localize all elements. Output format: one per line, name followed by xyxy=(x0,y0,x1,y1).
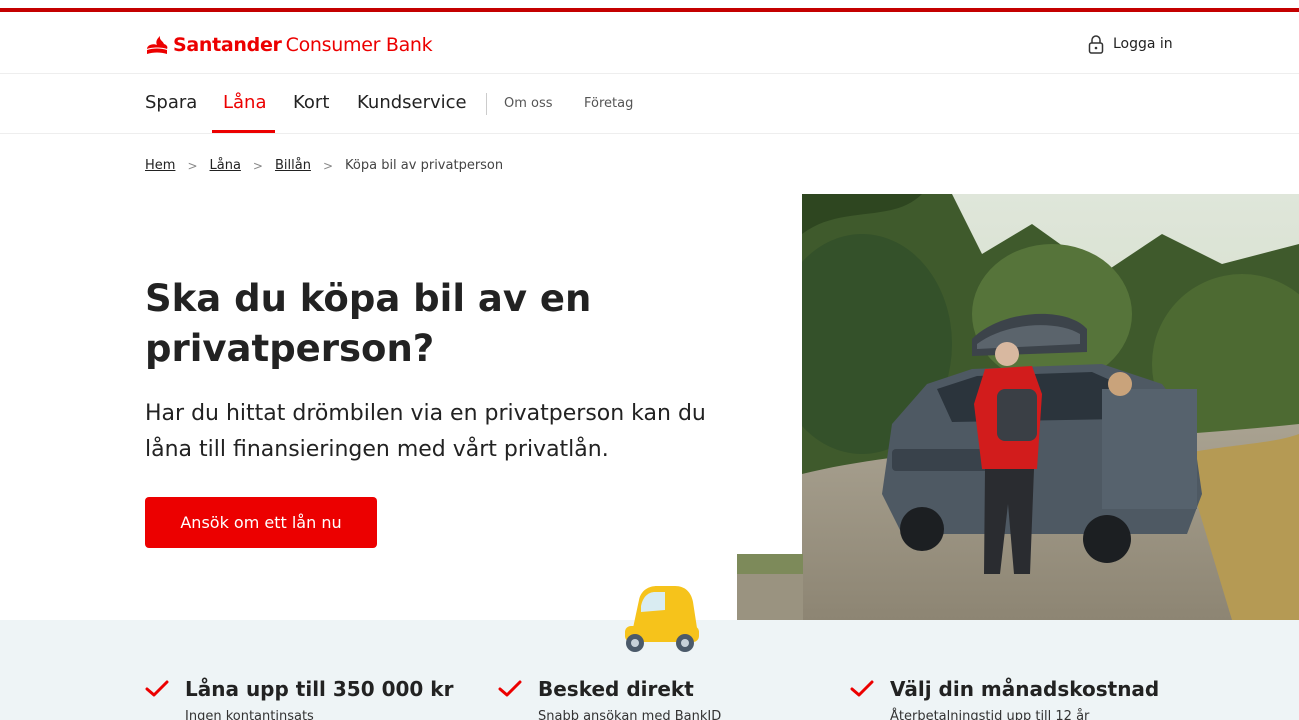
login-label: Logga in xyxy=(1113,36,1173,52)
flame-icon xyxy=(147,36,168,54)
feature-item: Välj din månadskostnad Återbetalningstid… xyxy=(850,674,1159,720)
breadcrumb: Hem > Låna > Billån > Köpa bil av privat… xyxy=(145,158,503,173)
breadcrumb-link-hem[interactable]: Hem xyxy=(145,158,175,173)
breadcrumb-link-billan[interactable]: Billån xyxy=(275,158,311,173)
breadcrumb-separator: > xyxy=(187,158,198,173)
breadcrumb-link-lana[interactable]: Låna xyxy=(210,158,241,173)
feature-title: Låna upp till 350 000 kr xyxy=(185,677,454,701)
feature-subtitle: Återbetalningstid upp till 12 år xyxy=(890,709,1090,720)
hero-description: Har du hittat drömbilen via en privatper… xyxy=(145,401,706,462)
checkmark-icon xyxy=(850,680,874,697)
login-button[interactable]: Logga in xyxy=(1087,34,1173,54)
main-nav: Spara Låna Kort Kundservice Om oss Föret… xyxy=(0,75,1299,134)
page-title: Ska du köpa bil av en privatperson? xyxy=(145,277,592,370)
lock-icon xyxy=(1088,35,1104,54)
hero-photo-corner xyxy=(737,554,803,620)
car-illustration-icon xyxy=(619,582,701,660)
nav-item-spara[interactable]: Spara xyxy=(145,92,197,113)
nav-item-om-oss[interactable]: Om oss xyxy=(504,96,553,111)
nav-item-kundservice[interactable]: Kundservice xyxy=(357,92,467,113)
santander-logo[interactable]: Santander Consumer Bank xyxy=(145,34,433,56)
nav-divider xyxy=(486,93,487,115)
feature-title: Välj din månadskostnad xyxy=(890,677,1160,701)
logo-brand-text: Santander xyxy=(173,34,282,56)
apply-loan-button[interactable]: Ansök om ett lån nu xyxy=(145,497,377,548)
breadcrumb-current: Köpa bil av privatperson xyxy=(345,158,504,173)
breadcrumb-separator: > xyxy=(322,158,334,173)
nav-item-kort[interactable]: Kort xyxy=(293,92,329,113)
feature-item: Besked direkt Snabb ansökan med BankID xyxy=(498,674,721,720)
feature-title: Besked direkt xyxy=(538,677,694,701)
checkmark-icon xyxy=(145,680,169,697)
feature-subtitle: Snabb ansökan med BankID xyxy=(538,709,722,720)
nav-item-foretag[interactable]: Företag xyxy=(584,96,633,111)
checkmark-icon xyxy=(498,680,522,697)
hero-photo xyxy=(802,194,1299,620)
feature-subtitle: Ingen kontantinsats xyxy=(185,709,314,720)
active-tab-indicator xyxy=(212,130,275,133)
site-header: Santander Consumer Bank Logga in xyxy=(0,12,1299,74)
logo-sub-text: Consumer Bank xyxy=(285,34,433,56)
breadcrumb-separator: > xyxy=(252,158,263,173)
feature-item: Låna upp till 350 000 kr Ingen kontantin… xyxy=(145,674,453,720)
nav-item-lana[interactable]: Låna xyxy=(223,92,267,113)
